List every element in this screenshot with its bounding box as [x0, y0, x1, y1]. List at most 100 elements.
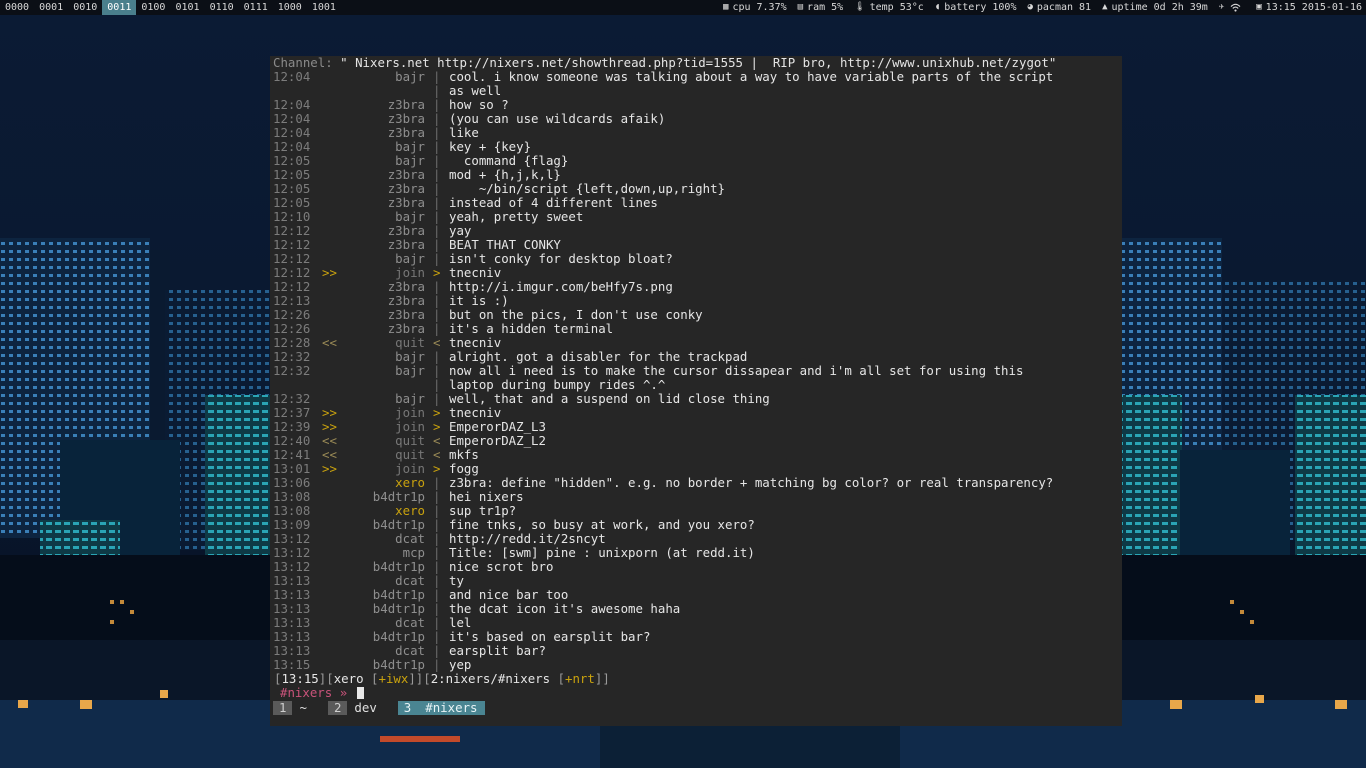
chat-log[interactable]: 12:04 bajr | cool. i know someone was talki… — [270, 70, 1122, 672]
tmux-window-2[interactable]: 2 dev — [327, 700, 384, 715]
nick-separator: | — [433, 153, 441, 168]
message-nick[interactable]: bajr — [395, 392, 425, 406]
nick-separator: | — [433, 377, 441, 392]
message-nick[interactable]: b4dtr1p — [373, 518, 425, 532]
nick-separator: | — [433, 223, 441, 238]
message-nick[interactable]: z3bra — [388, 322, 425, 336]
nick-separator: > — [433, 419, 441, 434]
message-nick[interactable]: dcat — [395, 616, 425, 630]
message-nick[interactable]: bajr — [395, 154, 425, 168]
message-text: BEAT THAT CONKY — [449, 237, 561, 252]
join-arrow-icon: >> — [322, 461, 337, 476]
message-nick[interactable]: z3bra — [388, 182, 425, 196]
message-nick[interactable]: b4dtr1p — [373, 658, 425, 672]
message-nick[interactable]: dcat — [395, 644, 425, 658]
workspace-0110[interactable]: 0110 — [205, 0, 239, 15]
chat-line: 12:05 bajr | command {flag} — [270, 154, 1122, 168]
message-text: http://i.imgur.com/beHfy7s.png — [449, 279, 673, 294]
workspace-0001[interactable]: 0001 — [34, 0, 68, 15]
message-nick[interactable]: dcat — [395, 532, 425, 546]
chat-line: 12:12 bajr | isn't conky for desktop bloat? — [270, 252, 1122, 266]
nick-separator: | — [433, 545, 441, 560]
message-time: 13:12 — [273, 545, 311, 560]
message-nick[interactable]: xero — [395, 476, 425, 490]
workspace-0101[interactable]: 0101 — [170, 0, 204, 15]
message-time: 13:13 — [273, 601, 311, 616]
message-text: yeah, pretty sweet — [449, 209, 584, 224]
chat-line: 12:40 << quit < EmperorDAZ_L2 — [270, 434, 1122, 448]
message-nick[interactable]: b4dtr1p — [373, 560, 425, 574]
message-time: 12:05 — [273, 195, 311, 210]
message-time: 13:09 — [273, 517, 311, 532]
workspace-0100[interactable]: 0100 — [136, 0, 170, 15]
message-text: mkfs — [449, 447, 479, 462]
temp-text: temp 53°c — [869, 2, 924, 13]
message-nick[interactable]: bajr — [395, 70, 425, 84]
workspace-0010[interactable]: 0010 — [68, 0, 102, 15]
nick-separator: | — [433, 503, 441, 518]
chat-line: 13:08 b4dtr1p | hei nixers — [270, 490, 1122, 504]
chat-line: 12:26 z3bra | but on the pics, I don't use … — [270, 308, 1122, 322]
wifi-icon[interactable] — [1230, 3, 1241, 12]
chat-line: 12:04 bajr | key + {key} — [270, 140, 1122, 154]
message-nick[interactable]: z3bra — [388, 126, 425, 140]
message-nick[interactable]: b4dtr1p — [373, 490, 425, 504]
message-time: 13:12 — [273, 559, 311, 574]
workspace-1001[interactable]: 1001 — [307, 0, 341, 15]
chat-line: 13:12 b4dtr1p | nice scrot bro — [270, 560, 1122, 574]
message-nick[interactable]: bajr — [395, 210, 425, 224]
pacman-text: pacman 81 — [1036, 2, 1092, 13]
message-nick: quit — [395, 433, 425, 448]
message-time: 12:37 — [273, 405, 311, 420]
irc-terminal-window[interactable]: Channel: " Nixers.net http://nixers.net/… — [270, 56, 1122, 726]
workspace-0111[interactable]: 0111 — [239, 0, 273, 15]
workspace-0000[interactable]: 0000 — [0, 0, 34, 15]
message-nick[interactable]: bajr — [395, 350, 425, 364]
message-nick[interactable]: z3bra — [388, 196, 425, 210]
message-nick[interactable]: b4dtr1p — [373, 630, 425, 644]
message-nick[interactable]: z3bra — [388, 224, 425, 238]
message-time: 12:12 — [273, 251, 311, 266]
message-nick[interactable]: z3bra — [388, 238, 425, 252]
nick-separator: | — [433, 615, 441, 630]
chat-line: 13:06 xero | z3bra: define "hidden". e.g. n… — [270, 476, 1122, 490]
message-time: 12:12 — [273, 279, 311, 294]
message-text: cool. i know someone was talking about a… — [449, 69, 1054, 84]
message-text: well, that and a suspend on lid close th… — [449, 391, 770, 406]
tmux-window-name: dev — [354, 700, 377, 715]
top-bar: 0000 0001 0010 0011 0100 0101 0110 0111 … — [0, 0, 1366, 15]
message-nick[interactable]: z3bra — [388, 98, 425, 112]
message-text: EmperorDAZ_L3 — [449, 419, 546, 434]
uptime-text: uptime 0d 2h 39m — [1111, 2, 1208, 13]
workspace-1000[interactable]: 1000 — [273, 0, 307, 15]
message-nick[interactable]: bajr — [395, 364, 425, 378]
message-nick[interactable]: mcp — [403, 546, 425, 560]
chat-line: 12:12 >> join > tnecniv — [270, 266, 1122, 280]
message-nick[interactable]: b4dtr1p — [373, 588, 425, 602]
message-text: it is :) — [449, 293, 509, 308]
message-nick[interactable]: z3bra — [388, 294, 425, 308]
message-time: 13:13 — [273, 615, 311, 630]
message-nick[interactable]: z3bra — [388, 280, 425, 294]
message-nick[interactable]: z3bra — [388, 112, 425, 126]
nick-separator: | — [433, 643, 441, 658]
message-nick[interactable]: bajr — [395, 140, 425, 154]
message-time: 12:39 — [273, 419, 311, 434]
message-nick[interactable]: b4dtr1p — [373, 602, 425, 616]
message-text: tnecniv — [449, 405, 502, 420]
workspace-0011[interactable]: 0011 — [102, 0, 137, 15]
message-nick[interactable]: z3bra — [388, 308, 425, 322]
nick-separator: | — [433, 363, 441, 378]
tmux-window-number: 1 — [273, 701, 293, 715]
message-nick[interactable]: dcat — [395, 574, 425, 588]
chat-line: 13:15 b4dtr1p | yep — [270, 658, 1122, 672]
tmux-window-3[interactable]: 3 #nixers — [397, 701, 486, 715]
temp-icon: 🌡︎ — [854, 2, 866, 12]
tmux-window-1[interactable]: 1 ~ — [273, 701, 314, 715]
nick-separator: | — [433, 125, 441, 140]
message-nick[interactable]: z3bra — [388, 168, 425, 182]
message-nick[interactable]: bajr — [395, 252, 425, 266]
message-nick[interactable]: xero — [395, 504, 425, 518]
input-line[interactable]: #nixers » — [270, 686, 1122, 700]
pin-icon[interactable]: ✈ — [1219, 0, 1224, 15]
